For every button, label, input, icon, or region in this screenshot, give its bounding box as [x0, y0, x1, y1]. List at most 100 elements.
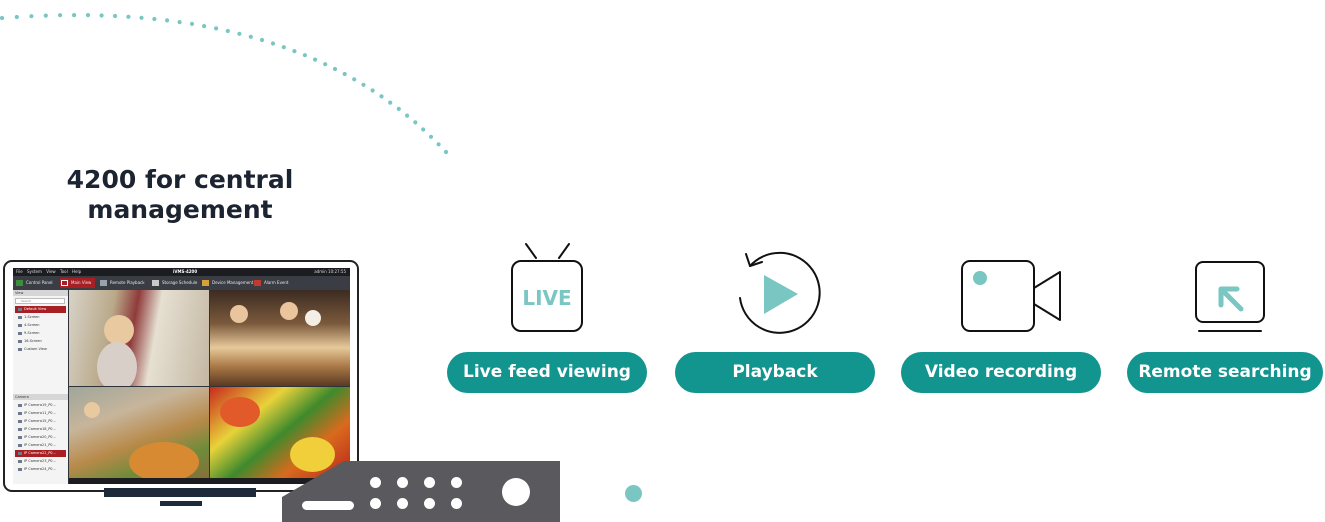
menu-view[interactable]: View [46, 268, 56, 276]
feed-shape [84, 402, 100, 418]
remote-searching-button[interactable]: Remote searching [1127, 352, 1323, 393]
playback-button[interactable]: Playback [675, 352, 875, 393]
menu-help[interactable]: Help [72, 268, 81, 276]
view-item[interactable]: Default View [15, 306, 66, 313]
tab-control-panel[interactable]: Control Panel [15, 278, 53, 288]
camera-item-label: IP Camera22_P0... [24, 451, 56, 455]
camera-item-label: IP Camera11_P0... [24, 411, 56, 415]
camera-item-icon [18, 436, 22, 439]
tab-storage-schedule[interactable]: Storage Schedule [151, 278, 197, 288]
view-item-label: 1-Screen [24, 315, 40, 319]
arc-dot [270, 41, 276, 46]
arc-dot [202, 24, 207, 29]
live-feed-viewing-button[interactable]: Live feed viewing [447, 352, 647, 393]
view-item[interactable]: 1-Screen [15, 314, 66, 321]
tab-label: Storage Schedule [162, 280, 198, 285]
video-camera-icon [961, 260, 1061, 332]
arc-dot [85, 13, 91, 18]
camera-item[interactable]: IP Camera15_P0... [15, 418, 66, 425]
arc-dot [113, 13, 118, 19]
feed-shape [305, 310, 321, 326]
camera-item-icon [18, 460, 22, 463]
view-item-label: Default View [24, 307, 47, 311]
nvr-drive-slot [302, 501, 354, 510]
arc-dot [189, 21, 195, 26]
arc-dot [421, 127, 426, 132]
camera-item-label: IP Camera18_P0... [24, 427, 56, 431]
view-item[interactable]: Custom View [15, 346, 66, 353]
storage-icon [152, 280, 159, 286]
software-title: iVMS-4200 [173, 269, 198, 274]
camera-item[interactable]: IP Camera23_P0... [15, 458, 66, 465]
feed-shape [97, 342, 137, 386]
tab-label: Alarm Event [264, 280, 289, 285]
camera-feed[interactable] [69, 290, 209, 386]
camera-feed-grid [69, 290, 350, 484]
arc-dot [177, 20, 182, 25]
view-item-icon [18, 316, 22, 319]
view-item-icon [18, 308, 22, 311]
camera-item-label: IP Camera19_P0... [24, 403, 56, 407]
feed-shape [104, 315, 134, 345]
view-item-icon [18, 348, 22, 351]
arc-dot [428, 134, 434, 139]
camera-item-label: IP Camera23_P0... [24, 459, 56, 463]
nvr-led [424, 477, 435, 488]
menu-file[interactable]: File [16, 268, 23, 276]
arc-dot [313, 57, 318, 62]
main-view-icon [61, 280, 68, 286]
menu-system[interactable]: System [27, 268, 42, 276]
camera-item-icon [18, 428, 22, 431]
view-search-input[interactable]: Search [15, 298, 65, 304]
view-item-label: Custom View [24, 347, 47, 351]
arc-dot [126, 14, 131, 19]
monitor-stand [104, 488, 256, 497]
view-item-label: 16-Screen [24, 339, 42, 343]
camera-item[interactable]: IP Camera20_P0... [15, 434, 66, 441]
arc-dot [281, 45, 286, 50]
view-item[interactable]: 9-Screen [15, 330, 66, 337]
menu-tool[interactable]: Tool [60, 268, 68, 276]
arc-dot [443, 149, 449, 155]
camera-item[interactable]: IP Camera18_P0... [15, 426, 66, 433]
arc-dot [58, 13, 63, 18]
camera-pane-header: Camera [13, 394, 68, 400]
nvr-led [451, 498, 462, 509]
software-user: admin [314, 269, 327, 274]
camera-item[interactable]: IP Camera21_P0... [15, 442, 66, 449]
arc-dot [292, 49, 297, 54]
camera-item[interactable]: IP Camera24_P0... [15, 466, 66, 473]
tab-remote-playback[interactable]: Remote Playback [99, 278, 145, 288]
view-item[interactable]: 4-Screen [15, 322, 66, 329]
nvr-led [451, 477, 462, 488]
tab-device-management[interactable]: Device Management [201, 278, 253, 288]
remote-search-icon [1195, 261, 1265, 332]
view-item[interactable]: 16-Screen [15, 338, 66, 345]
alarm-icon [254, 280, 261, 286]
feed-shape [129, 442, 199, 482]
software-clock: 10:27:55 [328, 269, 346, 274]
arc-dot [370, 88, 375, 93]
nvr-led [370, 477, 381, 488]
camera-feed[interactable] [210, 290, 350, 386]
tab-label: Control Panel [26, 280, 53, 285]
camera-item[interactable]: IP Camera22_P0... [15, 450, 66, 457]
arc-dot [405, 113, 410, 118]
camera-item[interactable]: IP Camera19_P0... [15, 402, 66, 409]
arc-dot [259, 37, 265, 43]
arc-dot [0, 15, 5, 21]
camera-item[interactable]: IP Camera11_P0... [15, 410, 66, 417]
tab-main-view[interactable]: Main View [60, 278, 96, 288]
headline: 4200 for central management [40, 165, 320, 225]
headline-line-2: management [87, 195, 273, 224]
camera-feed[interactable] [69, 387, 209, 484]
arc-dot [14, 14, 19, 20]
tab-label: Main View [71, 280, 92, 285]
arc-dot [248, 34, 253, 39]
feed-shape [230, 305, 248, 323]
video-recording-button[interactable]: Video recording [901, 352, 1101, 393]
tab-alarm-event[interactable]: Alarm Event [253, 278, 289, 288]
camera-feed[interactable] [210, 387, 350, 484]
control-panel-icon [16, 280, 23, 286]
arc-dot [302, 53, 307, 58]
